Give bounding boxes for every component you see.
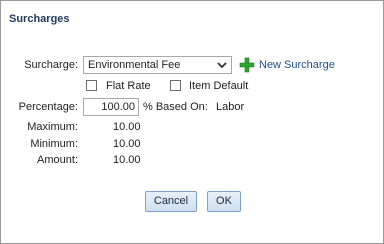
minimum-value: 10.00: [113, 138, 141, 150]
based-on-value: Labor: [216, 101, 245, 113]
maximum-label: Maximum:: [27, 121, 78, 133]
ok-button[interactable]: OK: [207, 191, 241, 212]
based-on-label: % Based On:: [143, 101, 208, 113]
surcharge-select-value: Environmental Fee: [88, 59, 181, 71]
item-default-checkbox[interactable]: [170, 80, 181, 91]
new-surcharge-link[interactable]: New Surcharge: [259, 59, 335, 71]
dialog-title: Surcharges: [9, 13, 70, 25]
percentage-input[interactable]: 100.00: [83, 98, 139, 116]
amount-value: 10.00: [113, 154, 141, 166]
chevron-down-icon: [216, 60, 228, 70]
surcharges-dialog: Surcharges Surcharge: Environmental Fee …: [0, 0, 384, 244]
surcharge-label: Surcharge:: [24, 59, 78, 71]
amount-label: Amount:: [37, 154, 78, 166]
flat-rate-label: Flat Rate: [106, 80, 151, 92]
percentage-label: Percentage:: [18, 101, 78, 113]
cancel-button[interactable]: Cancel: [145, 191, 197, 212]
surcharge-select[interactable]: Environmental Fee: [83, 56, 232, 74]
item-default-label: Item Default: [189, 80, 249, 92]
maximum-value: 10.00: [113, 121, 141, 133]
plus-icon[interactable]: [239, 57, 255, 73]
minimum-label: Minimum:: [30, 138, 78, 150]
flat-rate-checkbox[interactable]: [86, 80, 97, 91]
